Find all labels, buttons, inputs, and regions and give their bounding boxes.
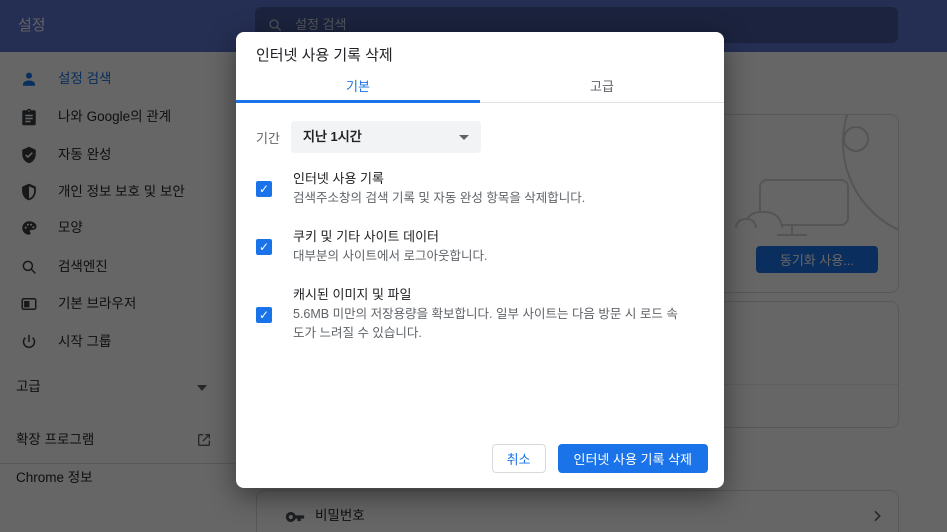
time-range-select[interactable]: 지난 1시간 [291, 121, 481, 153]
time-range-row: 기간 지난 1시간 [256, 121, 704, 153]
checkbox-title: 캐시된 이미지 및 파일 [293, 287, 412, 302]
dialog-body: 기간 지난 1시간 인터넷 사용 기록 검색주소창의 검색 기록 및 자동 완성… [236, 121, 724, 343]
dialog-footer: 취소 인터넷 사용 기록 삭제 [491, 444, 708, 473]
tab-advanced[interactable]: 고급 [480, 74, 724, 103]
clear-browsing-data-dialog: 인터넷 사용 기록 삭제 기본 고급 기간 지난 1시간 인터넷 사용 기록 검… [236, 32, 724, 488]
cookies-checkbox[interactable] [256, 239, 272, 255]
select-caret-icon [459, 135, 469, 140]
checkbox-description: 5.6MB 미만의 저장용량을 확보합니다. 일부 사이트는 다음 방문 시 로… [293, 307, 678, 340]
dialog-title: 인터넷 사용 기록 삭제 [256, 47, 393, 64]
cookies-row: 쿠키 및 기타 사이트 데이터 대부분의 사이트에서 로그아웃합니다. [256, 228, 704, 266]
dialog-tabs: 기본 고급 [236, 74, 724, 103]
time-range-label: 기간 [256, 130, 280, 146]
chrome-settings-page: 설정 설정 검색 설정 검색 나와 Google의 관계 자동 완성 [0, 0, 947, 532]
checkbox-description: 검색주소창의 검색 기록 및 자동 완성 항목을 삭제합니다. [293, 191, 586, 205]
cancel-button[interactable]: 취소 [491, 444, 546, 473]
tab-basic[interactable]: 기본 [236, 74, 480, 103]
time-range-value: 지난 1시간 [303, 129, 362, 144]
clear-data-button[interactable]: 인터넷 사용 기록 삭제 [557, 444, 708, 473]
cached-images-row: 캐시된 이미지 및 파일 5.6MB 미만의 저장용량을 확보합니다. 일부 사… [256, 286, 704, 343]
browsing-history-checkbox[interactable] [256, 181, 272, 197]
browsing-history-row: 인터넷 사용 기록 검색주소창의 검색 기록 및 자동 완성 항목을 삭제합니다… [256, 170, 704, 208]
checkbox-title: 쿠키 및 기타 사이트 데이터 [293, 229, 440, 244]
cached-images-checkbox[interactable] [256, 306, 272, 323]
checkbox-description: 대부분의 사이트에서 로그아웃합니다. [293, 249, 488, 263]
checkbox-title: 인터넷 사용 기록 [293, 171, 384, 186]
